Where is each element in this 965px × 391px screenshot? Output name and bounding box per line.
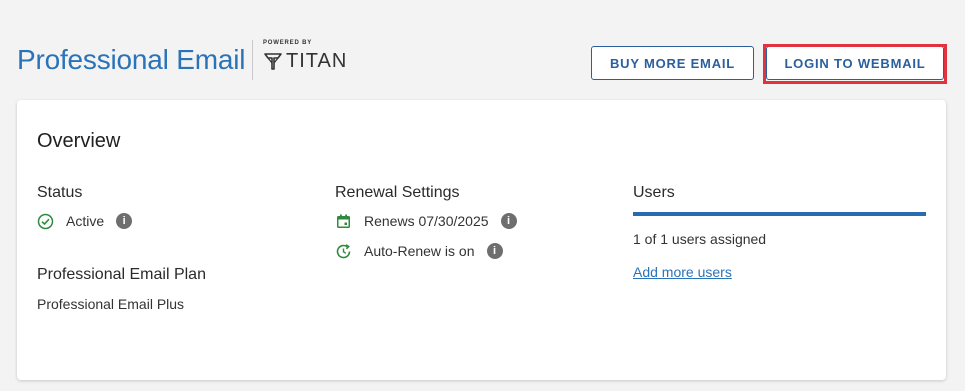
status-column: Status Active i Professional Email Plan … [37,183,317,312]
renews-info-icon[interactable]: i [500,213,517,229]
buy-more-email-button[interactable]: BUY MORE EMAIL [591,46,754,80]
auto-renew-row: Auto-Renew is on i [335,241,615,261]
titan-wordmark: TITAN [286,50,348,72]
page-title: Professional Email [17,44,246,75]
login-to-webmail-button[interactable]: LOGIN TO WEBMAIL [766,46,944,80]
calendar-icon [335,213,352,230]
overview-title: Overview [37,130,121,152]
status-info-icon[interactable]: i [116,213,133,229]
users-assigned: 1 of 1 users assigned [633,231,767,247]
status-row: Active i [37,211,317,231]
check-circle-icon [37,213,54,230]
renews-row: Renews 07/30/2025 i [335,211,615,231]
plan-value: Professional Email Plus [37,296,185,312]
titan-logo-icon [263,51,283,71]
renewal-column: Renewal Settings Renews 07/30/2025 i Aut… [335,183,615,261]
add-more-users-link[interactable]: Add more users [633,264,732,280]
overview-card: Overview Status Active i Professional Em… [17,100,946,380]
users-column: Users 1 of 1 users assigned Add more use… [633,183,926,282]
titan-brand: POWERED BY TITAN [263,40,347,72]
users-label: Users [633,184,675,201]
auto-renew-icon [335,243,352,260]
auto-renew-info-icon[interactable]: i [486,243,503,259]
status-value: Active [66,213,105,229]
auto-renew-status: Auto-Renew is on [364,243,475,259]
page-header: Professional Email POWERED BY TITAN BUY … [0,0,965,100]
users-progress-bar [633,212,926,216]
powered-by-label: POWERED BY [263,40,313,46]
title-divider [252,40,253,80]
renewal-label: Renewal Settings [335,184,460,201]
renews-date: Renews 07/30/2025 [364,213,489,229]
plan-label: Professional Email Plan [37,266,206,283]
status-label: Status [37,184,83,201]
